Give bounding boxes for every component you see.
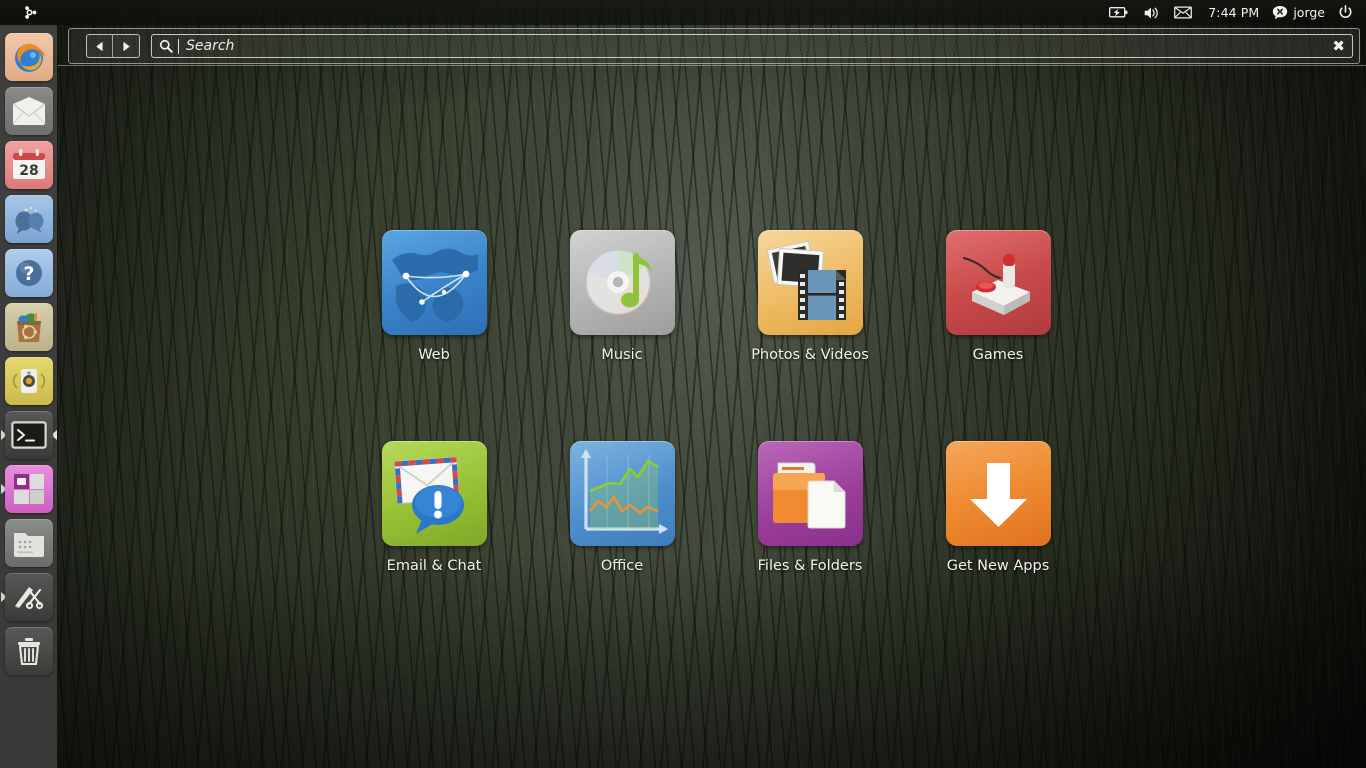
trash-icon — [18, 638, 40, 666]
launcher-item-editor[interactable] — [0, 570, 58, 624]
dash-separator — [58, 65, 1366, 66]
joystick-icon — [962, 254, 1030, 315]
category-label: Games — [972, 347, 1024, 363]
clock-indicator[interactable]: 7:44 PM — [1199, 0, 1268, 25]
globe-network-icon — [391, 248, 478, 322]
category-label: Web — [418, 347, 450, 363]
desktop: 7:44 PM jorge 28 ? Search ✖ Web Music Ph… — [0, 0, 1366, 768]
category-label: Get New Apps — [946, 558, 1050, 574]
session-power-indicator[interactable] — [1331, 0, 1360, 25]
dash-search-bar: ✖ — [68, 28, 1360, 64]
category-games[interactable]: Games — [904, 230, 1092, 441]
launcher-item-software-center[interactable] — [0, 300, 58, 354]
folder-document-icon — [772, 462, 845, 529]
launcher-item-terminal[interactable] — [0, 408, 58, 462]
dash-forward-button[interactable] — [113, 35, 139, 57]
shopping-bag-icon — [17, 313, 41, 342]
workspace-grid-icon — [14, 474, 44, 504]
battery-charging-icon — [1109, 7, 1128, 18]
launcher-item-chat[interactable] — [0, 192, 58, 246]
battery-indicator[interactable] — [1102, 0, 1136, 25]
file-manager-icon — [14, 533, 44, 557]
messaging-indicator[interactable] — [1167, 0, 1199, 25]
category-label: Office — [600, 558, 644, 574]
category-music[interactable]: Music — [528, 230, 716, 441]
envelope-chat-icon — [393, 456, 464, 534]
category-web[interactable]: Web — [340, 230, 528, 441]
clear-x-icon[interactable]: ✖ — [1326, 38, 1345, 54]
launcher-sidebar: 28 ? — [0, 25, 58, 768]
chat-bubbles-icon — [15, 206, 44, 234]
speaker-icon — [12, 369, 46, 393]
category-office[interactable]: Office — [528, 441, 716, 652]
search-field-wrapper[interactable]: ✖ — [151, 34, 1353, 58]
svg-text:?: ? — [23, 263, 34, 285]
launcher-item-mail[interactable] — [0, 84, 58, 138]
category-photos-videos[interactable]: Photos & Videos — [716, 230, 904, 441]
search-input[interactable] — [178, 38, 1327, 54]
category-label: Email & Chat — [386, 558, 482, 574]
calendar-day-label: 28 — [19, 163, 38, 179]
user-menu-indicator[interactable]: jorge — [1268, 0, 1331, 25]
envelope-icon — [12, 97, 46, 125]
category-label: Photos & Videos — [751, 347, 869, 363]
envelope-icon — [1174, 6, 1193, 19]
question-mark-icon: ? — [16, 260, 42, 286]
speaker-volume-icon — [1144, 7, 1159, 18]
top-panel: 7:44 PM jorge — [0, 0, 1366, 25]
launcher-item-workspace-switcher[interactable] — [0, 462, 58, 516]
line-chart-icon — [580, 449, 668, 534]
photos-film-icon — [766, 240, 846, 320]
launcher-item-music-player[interactable] — [0, 354, 58, 408]
category-label: Files & Folders — [757, 558, 863, 574]
dash-back-button[interactable] — [87, 35, 113, 57]
terminal-icon — [11, 421, 47, 449]
calendar-icon: 28 — [13, 149, 45, 179]
category-email-chat[interactable]: Email & Chat — [340, 441, 528, 652]
chat-offline-icon — [1273, 5, 1288, 19]
download-arrow-icon — [969, 463, 1027, 527]
cd-music-note-icon — [584, 249, 652, 315]
launcher-item-help[interactable]: ? — [0, 246, 58, 300]
power-icon — [1339, 5, 1352, 18]
arrow-right-icon — [122, 41, 130, 51]
launcher-item-calendar[interactable]: 28 — [0, 138, 58, 192]
launcher-item-trash[interactable] — [0, 624, 58, 678]
ubuntu-logo-icon[interactable] — [0, 0, 58, 25]
category-get-new-apps[interactable]: Get New Apps — [904, 441, 1092, 652]
username-label: jorge — [1293, 5, 1325, 20]
dash-navigation-group — [86, 34, 140, 58]
panel-indicators: 7:44 PM jorge — [1102, 0, 1366, 25]
category-grid: Web Music Photos & Videos Games Email & … — [340, 230, 1100, 652]
volume-indicator[interactable] — [1136, 0, 1167, 25]
launcher-item-firefox[interactable] — [0, 30, 58, 84]
category-files-folders[interactable]: Files & Folders — [716, 441, 904, 652]
firefox-icon — [15, 44, 45, 72]
magnifier-icon — [159, 39, 173, 53]
launcher-item-files[interactable] — [0, 516, 58, 570]
scissors-icon — [14, 587, 44, 610]
arrow-left-icon — [96, 41, 103, 51]
category-label: Music — [601, 347, 643, 363]
